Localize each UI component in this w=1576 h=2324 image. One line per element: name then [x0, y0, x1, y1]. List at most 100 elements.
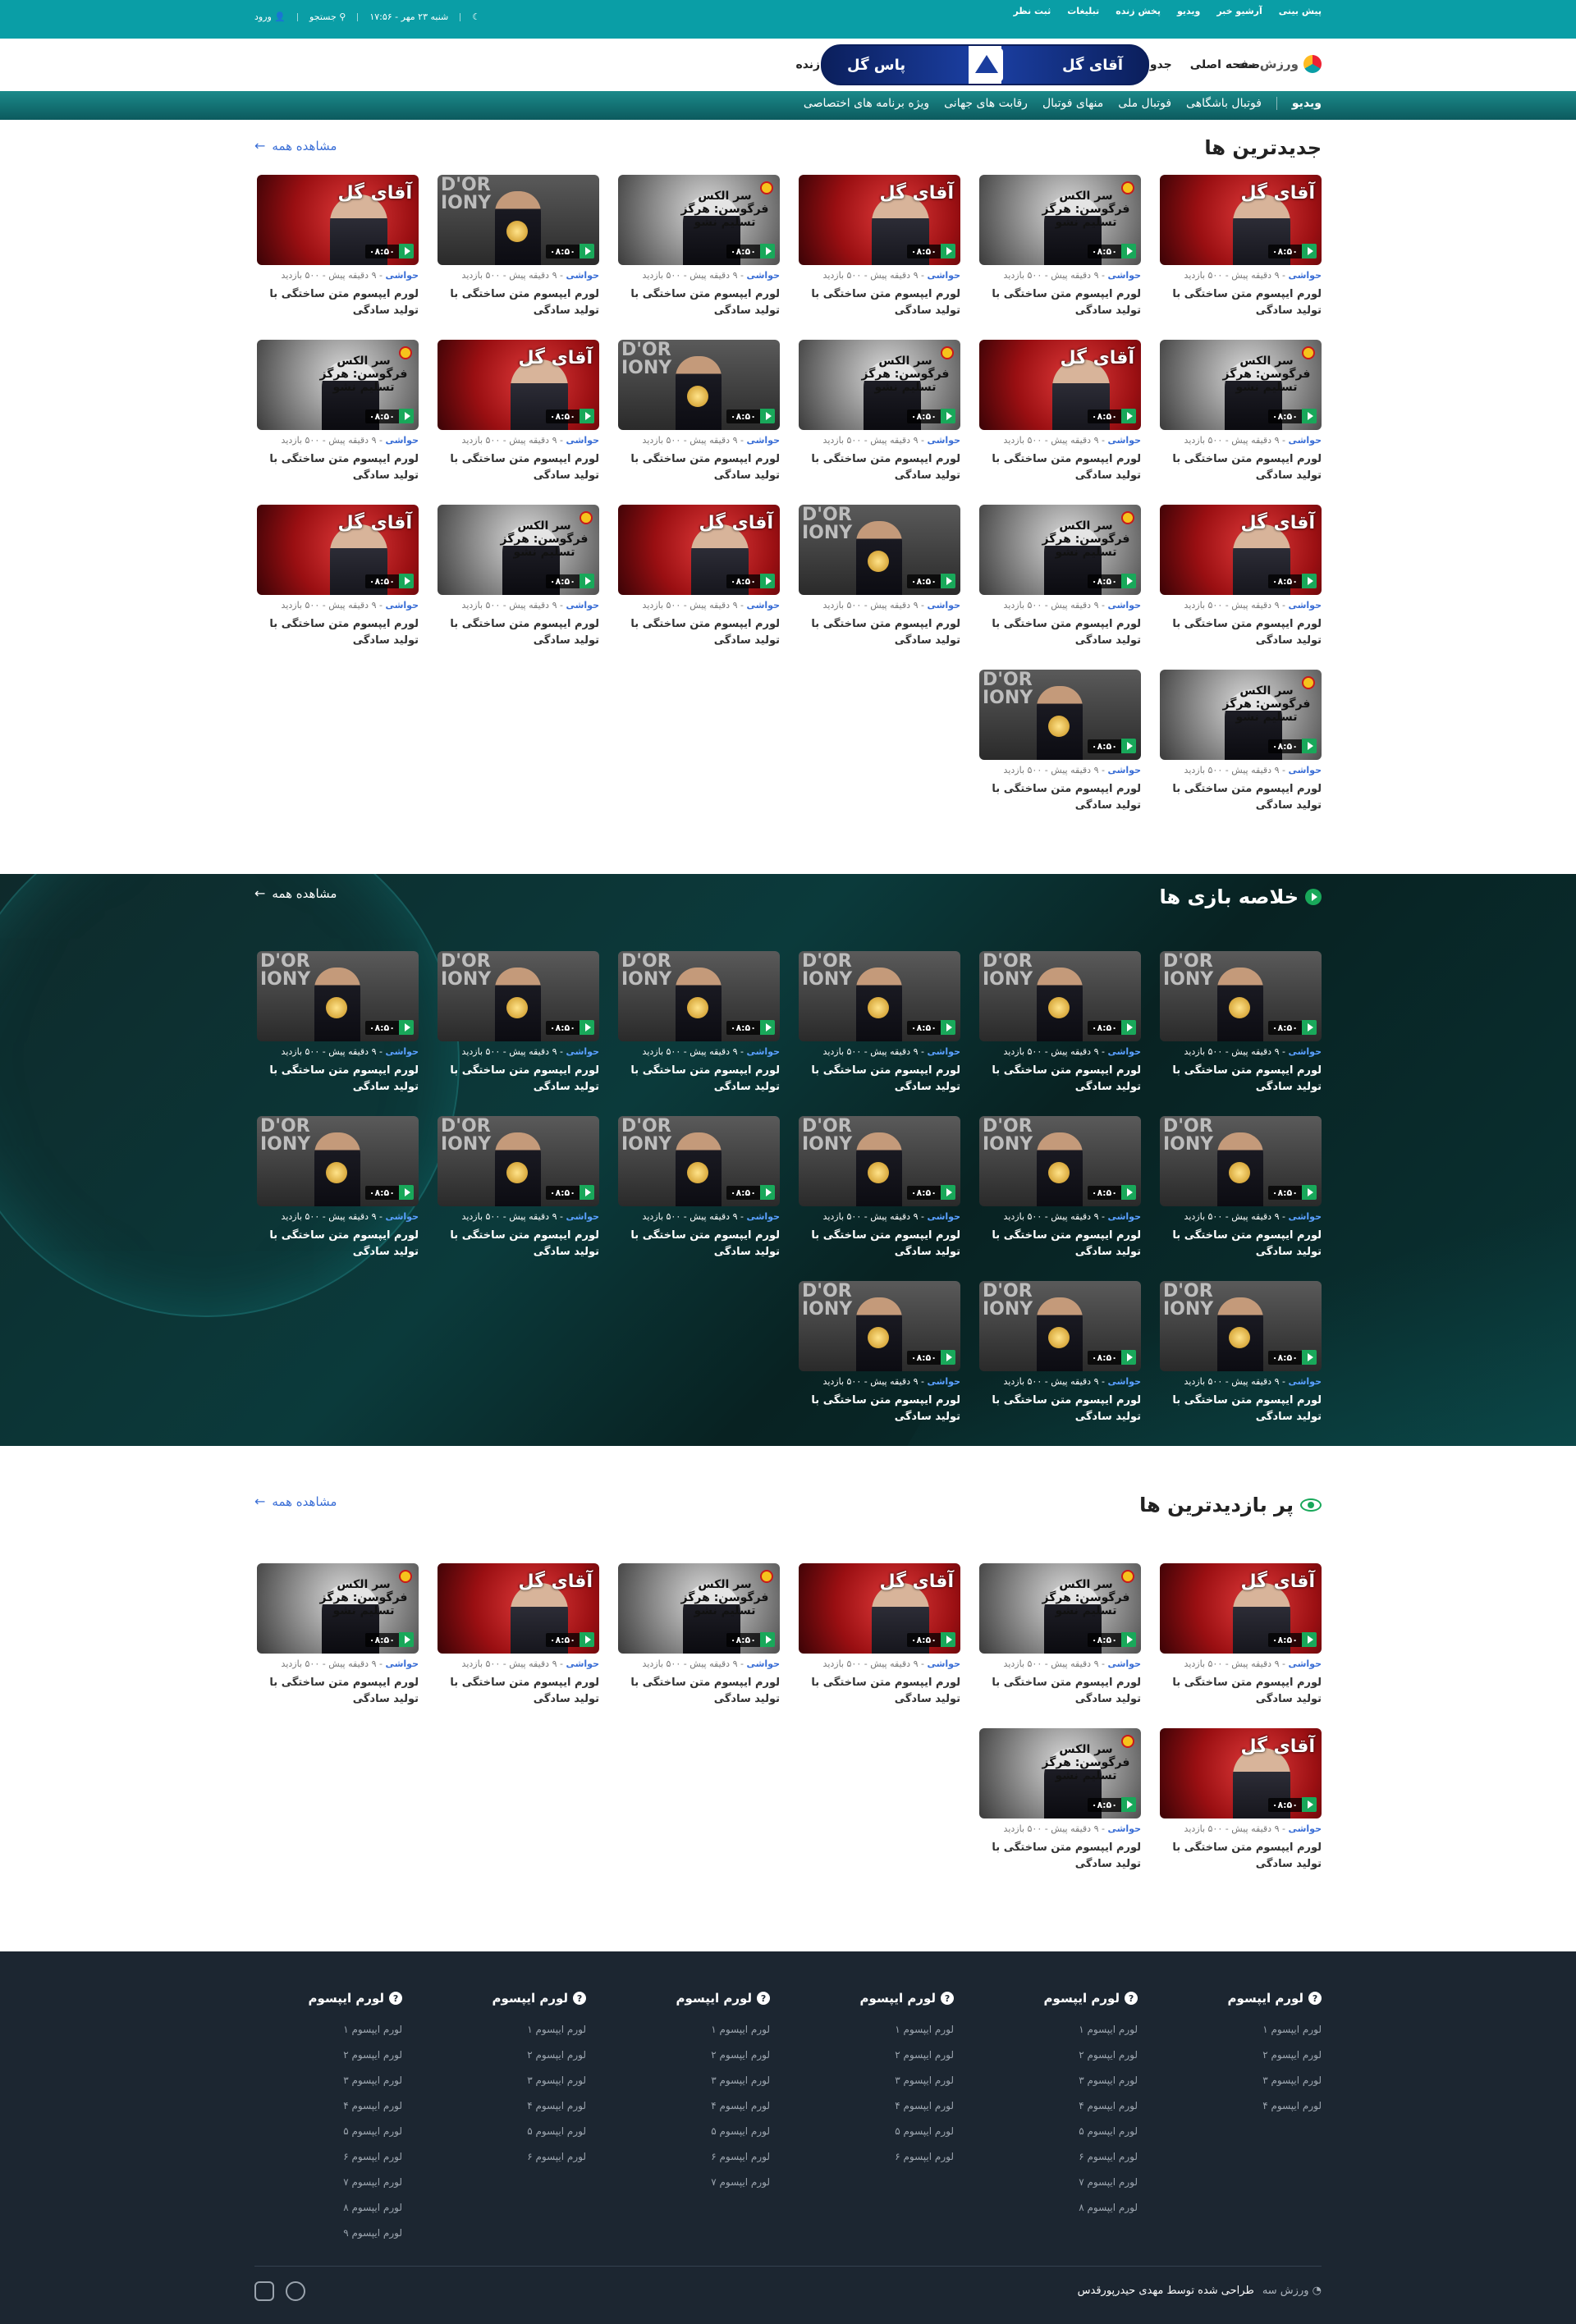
card-category[interactable]: حواشی — [1107, 1823, 1141, 1834]
video-thumbnail[interactable]: سر الکس فرگوسن: هرگز تسلیم نشو ۰۸:۵۰ — [979, 1563, 1141, 1654]
card-title[interactable]: لورم ایپسوم متن ساختگی با تولید سادگی — [804, 1063, 960, 1096]
card-title[interactable]: لورم ایپسوم متن ساختگی با تولید سادگی — [985, 286, 1141, 319]
card-title[interactable]: لورم ایپسوم متن ساختگی با تولید سادگی — [263, 1675, 419, 1708]
video-card[interactable]: D'OR IONY ۰۸:۵۰ حواشی - ۹ دقیقه پیش - ۵۰۰ … — [799, 951, 960, 1116]
video-thumbnail[interactable]: آقای گل ۰۸:۵۰ — [1160, 1728, 1322, 1818]
sub-nav-item[interactable]: رقابت های جهانی — [944, 97, 1028, 110]
card-title[interactable]: لورم ایپسوم متن ساختگی با تولید سادگی — [1166, 1675, 1322, 1708]
video-card[interactable]: سر الکس فرگوسن: هرگز تسلیم نشو ۰۸:۵۰ حواشی… — [438, 505, 599, 670]
footer-link[interactable]: لورم ایپسوم ۹ — [254, 2221, 402, 2246]
top-link[interactable]: ثبت نظر — [1013, 6, 1051, 16]
footer-link[interactable]: لورم ایپسوم ۳ — [622, 2068, 770, 2093]
video-card[interactable]: D'OR IONY ۰۸:۵۰ حواشی - ۹ دقیقه پیش - ۵۰۰ … — [979, 1116, 1141, 1281]
video-thumbnail[interactable]: آقای گل ۰۸:۵۰ — [799, 175, 960, 265]
video-thumbnail[interactable]: D'OR IONY ۰۸:۵۰ — [618, 951, 780, 1041]
card-category[interactable]: حواشی — [1288, 600, 1322, 611]
footer-link[interactable]: لورم ایپسوم ۶ — [990, 2144, 1138, 2170]
footer-link[interactable]: لورم ایپسوم ۲ — [438, 2043, 586, 2068]
video-card[interactable]: آقای گل ۰۸:۵۰ حواشی - ۹ دقیقه پیش - ۵۰۰ با… — [799, 175, 960, 340]
video-card[interactable]: آقای گل ۰۸:۵۰ حواشی - ۹ دقیقه پیش - ۵۰۰ با… — [257, 175, 419, 340]
card-category[interactable]: حواشی — [566, 1046, 599, 1057]
top-link[interactable]: آرشیو خبر — [1216, 6, 1262, 16]
login-link[interactable]: 👤 ورود — [254, 11, 286, 22]
footer-link[interactable]: لورم ایپسوم ۱ — [254, 2017, 402, 2043]
card-category[interactable]: حواشی — [385, 1658, 419, 1669]
card-title[interactable]: لورم ایپسوم متن ساختگی با تولید سادگی — [985, 1393, 1141, 1425]
view-all-link[interactable]: مشاهده همه ← — [254, 1494, 337, 1509]
video-card[interactable]: آقای گل ۰۸:۵۰ حواشی - ۹ دقیقه پیش - ۵۰۰ با… — [799, 1563, 960, 1728]
card-title[interactable]: لورم ایپسوم متن ساختگی با تولید سادگی — [1166, 616, 1322, 649]
video-thumbnail[interactable]: آقای گل ۰۸:۵۰ — [799, 1563, 960, 1654]
video-card[interactable]: آقای گل ۰۸:۵۰ حواشی - ۹ دقیقه پیش - ۵۰۰ با… — [618, 505, 780, 670]
card-category[interactable]: حواشی — [1288, 1823, 1322, 1834]
video-thumbnail[interactable]: D'OR IONY ۰۸:۵۰ — [799, 1116, 960, 1206]
video-card[interactable]: سر الکس فرگوسن: هرگز تسلیم نشو ۰۸:۵۰ حواشی… — [979, 505, 1141, 670]
footer-link[interactable]: لورم ایپسوم ۴ — [806, 2093, 954, 2119]
instagram-icon[interactable] — [254, 2281, 274, 2301]
card-title[interactable]: لورم ایپسوم متن ساختگی با تولید سادگی — [1166, 1840, 1322, 1873]
footer-link[interactable]: لورم ایپسوم ۲ — [806, 2043, 954, 2068]
video-thumbnail[interactable]: سر الکس فرگوسن: هرگز تسلیم نشو ۰۸:۵۰ — [618, 175, 780, 265]
card-title[interactable]: لورم ایپسوم متن ساختگی با تولید سادگی — [985, 1675, 1141, 1708]
telegram-icon[interactable] — [286, 2281, 305, 2301]
top-link[interactable]: پخش زنده — [1116, 6, 1161, 16]
footer-link[interactable]: لورم ایپسوم ۳ — [1174, 2068, 1322, 2093]
card-category[interactable]: حواشی — [566, 1658, 599, 1669]
video-thumbnail[interactable]: آقای گل ۰۸:۵۰ — [1160, 505, 1322, 595]
card-title[interactable]: لورم ایپسوم متن ساختگی با تولید سادگی — [985, 1228, 1141, 1260]
card-title[interactable]: لورم ایپسوم متن ساختگی با تولید سادگی — [263, 1063, 419, 1096]
card-category[interactable]: حواشی — [566, 270, 599, 281]
video-card[interactable]: آقای گل ۰۸:۵۰ حواشی - ۹ دقیقه پیش - ۵۰۰ با… — [1160, 1563, 1322, 1728]
video-card[interactable]: سر الکس فرگوسن: هرگز تسلیم نشو ۰۸:۵۰ حواشی… — [257, 1563, 419, 1728]
sub-nav-item[interactable]: منهای فوتبال — [1042, 97, 1103, 110]
video-thumbnail[interactable]: آقای گل ۰۸:۵۰ — [438, 340, 599, 430]
video-thumbnail[interactable]: D'OR IONY ۰۸:۵۰ — [979, 670, 1141, 760]
video-card[interactable]: D'OR IONY ۰۸:۵۰ حواشی - ۹ دقیقه پیش - ۵۰۰ … — [438, 1116, 599, 1281]
card-title[interactable]: لورم ایپسوم متن ساختگی با تولید سادگی — [804, 1228, 960, 1260]
video-card[interactable]: آقای گل ۰۸:۵۰ حواشی - ۹ دقیقه پیش - ۵۰۰ با… — [1160, 1728, 1322, 1893]
video-thumbnail[interactable]: D'OR IONY ۰۸:۵۰ — [979, 1281, 1141, 1371]
video-thumbnail[interactable]: D'OR IONY ۰۸:۵۰ — [1160, 1116, 1322, 1206]
card-category[interactable]: حواشی — [927, 1046, 960, 1057]
footer-link[interactable]: لورم ایپسوم ۱ — [990, 2017, 1138, 2043]
card-category[interactable]: حواشی — [927, 600, 960, 611]
footer-link[interactable]: لورم ایپسوم ۶ — [438, 2144, 586, 2170]
nav-item[interactable]: صفحه اصلی — [1190, 58, 1260, 71]
video-thumbnail[interactable]: سر الکس فرگوسن: هرگز تسلیم نشو ۰۸:۵۰ — [257, 1563, 419, 1654]
sub-nav-item[interactable]: فوتبال باشگاهی — [1186, 97, 1262, 110]
video-card[interactable]: D'OR IONY ۰۸:۵۰ حواشی - ۹ دقیقه پیش - ۵۰۰ … — [618, 340, 780, 505]
video-card[interactable]: سر الکس فرگوسن: هرگز تسلیم نشو ۰۸:۵۰ حواشی… — [618, 175, 780, 340]
card-title[interactable]: لورم ایپسوم متن ساختگی با تولید سادگی — [263, 1228, 419, 1260]
card-title[interactable]: لورم ایپسوم متن ساختگی با تولید سادگی — [624, 451, 780, 484]
video-card[interactable]: سر الکس فرگوسن: هرگز تسلیم نشو ۰۸:۵۰ حواشی… — [1160, 340, 1322, 505]
card-category[interactable]: حواشی — [1107, 1046, 1141, 1057]
card-title[interactable]: لورم ایپسوم متن ساختگی با تولید سادگی — [804, 1675, 960, 1708]
card-category[interactable]: حواشی — [746, 1658, 780, 1669]
card-title[interactable]: لورم ایپسوم متن ساختگی با تولید سادگی — [624, 286, 780, 319]
video-card[interactable]: سر الکس فرگوسن: هرگز تسلیم نشو ۰۸:۵۰ حواشی… — [979, 1563, 1141, 1728]
footer-link[interactable]: لورم ایپسوم ۷ — [254, 2170, 402, 2195]
video-card[interactable]: آقای گل ۰۸:۵۰ حواشی - ۹ دقیقه پیش - ۵۰۰ با… — [438, 1563, 599, 1728]
video-card[interactable]: D'OR IONY ۰۸:۵۰ حواشی - ۹ دقیقه پیش - ۵۰۰ … — [1160, 1116, 1322, 1281]
video-thumbnail[interactable]: D'OR IONY ۰۸:۵۰ — [438, 175, 599, 265]
video-thumbnail[interactable]: D'OR IONY ۰۸:۵۰ — [799, 1281, 960, 1371]
video-thumbnail[interactable]: سر الکس فرگوسن: هرگز تسلیم نشو ۰۸:۵۰ — [1160, 340, 1322, 430]
video-card[interactable]: D'OR IONY ۰۸:۵۰ حواشی - ۹ دقیقه پیش - ۵۰۰ … — [979, 670, 1141, 835]
video-card[interactable]: آقای گل ۰۸:۵۰ حواشی - ۹ دقیقه پیش - ۵۰۰ با… — [1160, 505, 1322, 670]
video-card[interactable]: آقای گل ۰۸:۵۰ حواشی - ۹ دقیقه پیش - ۵۰۰ با… — [979, 340, 1141, 505]
video-thumbnail[interactable]: سر الکس فرگوسن: هرگز تسلیم نشو ۰۸:۵۰ — [979, 175, 1141, 265]
card-title[interactable]: لورم ایپسوم متن ساختگی با تولید سادگی — [1166, 451, 1322, 484]
video-thumbnail[interactable]: D'OR IONY ۰۸:۵۰ — [438, 951, 599, 1041]
sub-nav-item[interactable]: فوتبال ملی — [1118, 97, 1171, 110]
video-thumbnail[interactable]: آقای گل ۰۸:۵۰ — [1160, 175, 1322, 265]
video-thumbnail[interactable]: آقای گل ۰۸:۵۰ — [618, 505, 780, 595]
card-category[interactable]: حواشی — [1107, 600, 1141, 611]
video-card[interactable]: آقای گل ۰۸:۵۰ حواشی - ۹ دقیقه پیش - ۵۰۰ با… — [1160, 175, 1322, 340]
card-title[interactable]: لورم ایپسوم متن ساختگی با تولید سادگی — [1166, 286, 1322, 319]
video-card[interactable]: سر الکس فرگوسن: هرگز تسلیم نشو ۰۸:۵۰ حواشی… — [1160, 670, 1322, 835]
video-card[interactable]: D'OR IONY ۰۸:۵۰ حواشی - ۹ دقیقه پیش - ۵۰۰ … — [979, 951, 1141, 1116]
card-category[interactable]: حواشی — [1288, 1376, 1322, 1387]
video-thumbnail[interactable]: سر الکس فرگوسن: هرگز تسلیم نشو ۰۸:۵۰ — [979, 1728, 1141, 1818]
footer-link[interactable]: لورم ایپسوم ۲ — [990, 2043, 1138, 2068]
card-category[interactable]: حواشی — [385, 1046, 419, 1057]
